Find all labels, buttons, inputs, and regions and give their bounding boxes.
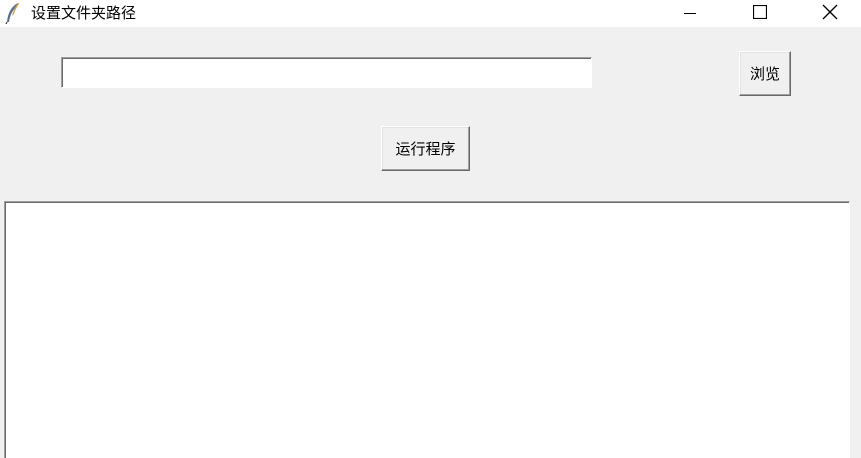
window-title: 设置文件夹路径	[31, 4, 137, 22]
minimize-button[interactable]	[667, 0, 713, 27]
run-program-button[interactable]: 运行程序	[381, 126, 470, 171]
output-text-area[interactable]	[4, 201, 850, 458]
feather-icon	[4, 2, 22, 25]
maximize-icon	[752, 4, 768, 23]
browse-button[interactable]: 浏览	[739, 51, 791, 96]
maximize-button[interactable]	[737, 0, 783, 27]
close-icon	[822, 4, 838, 24]
minimize-icon	[684, 4, 696, 23]
title-bar[interactable]: 设置文件夹路径	[0, 0, 861, 27]
close-button[interactable]	[807, 0, 853, 27]
app-window: 设置文件夹路径 浏览 运行程序	[0, 0, 861, 458]
folder-path-input[interactable]	[61, 57, 592, 88]
